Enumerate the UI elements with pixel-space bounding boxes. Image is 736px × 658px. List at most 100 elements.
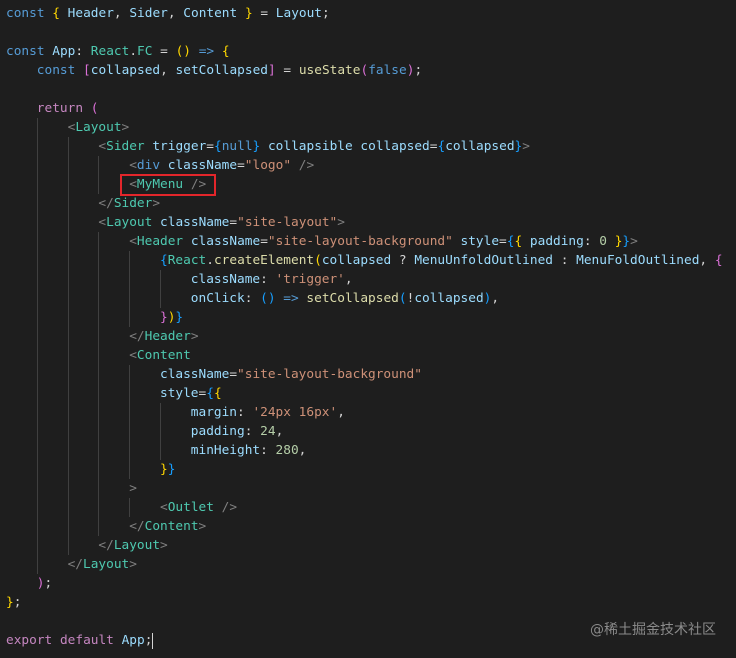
code-token: App — [113, 633, 145, 648]
code-token: const — [36, 63, 76, 78]
indent-guide — [36, 232, 68, 251]
code-token: = — [152, 44, 176, 59]
code-token: , — [344, 272, 353, 287]
indent-guide — [6, 232, 37, 251]
indent-guide — [98, 308, 129, 327]
code-token: } — [159, 462, 168, 477]
code-token: => — [198, 44, 215, 59]
code-line[interactable]: <Outlet /> — [6, 498, 723, 517]
code-token: className — [152, 215, 230, 230]
code-editor[interactable]: const { Header, Sider, Content } = Layou… — [6, 4, 723, 650]
code-line[interactable]: <div className="logo" /> — [6, 156, 723, 175]
indent-guide — [36, 175, 68, 194]
indent-guide — [67, 251, 99, 270]
code-line[interactable]: margin: '24px 16px', — [6, 403, 723, 422]
code-line[interactable]: > — [6, 479, 723, 498]
code-token: , — [113, 6, 130, 21]
code-line[interactable]: }} — [6, 460, 723, 479]
indent-guide — [6, 460, 37, 479]
code-token: : — [237, 405, 253, 420]
indent-guide — [36, 270, 68, 289]
code-line[interactable]: const { Header, Sider, Content } = Layou… — [6, 4, 723, 23]
code-line[interactable]: const [collapsed, setCollapsed] = useSta… — [6, 61, 723, 80]
indent-guide — [159, 422, 191, 441]
code-line[interactable]: <Layout className="site-layout"> — [6, 213, 723, 232]
code-line[interactable]: <Sider trigger={null} collapsible collap… — [6, 137, 723, 156]
code-line[interactable]: padding: 24, — [6, 422, 723, 441]
code-line[interactable]: </Header> — [6, 327, 723, 346]
code-token: , — [160, 63, 176, 78]
indent-guide — [36, 498, 68, 517]
code-token: ] — [267, 63, 276, 78]
indent-guide — [159, 289, 191, 308]
code-line[interactable]: const App: React.FC = () => { — [6, 42, 723, 61]
code-token: > — [129, 557, 137, 572]
indent-guide — [98, 251, 129, 270]
code-line[interactable]: style={{ — [6, 384, 723, 403]
code-token: </ — [129, 519, 145, 534]
indent-guide — [6, 137, 37, 156]
code-line[interactable] — [6, 80, 723, 99]
code-line[interactable]: className="site-layout-background" — [6, 365, 723, 384]
code-line[interactable]: </Layout> — [6, 536, 723, 555]
code-token: "site-layout-background" — [267, 234, 453, 249]
code-token: : — [75, 44, 91, 59]
code-token: = — [499, 234, 507, 249]
code-token: } — [6, 595, 14, 610]
code-token: collapsed — [90, 63, 161, 78]
indent-guide — [6, 213, 37, 232]
code-line[interactable]: return ( — [6, 99, 723, 118]
code-token: Content — [136, 348, 191, 363]
code-token: } — [167, 462, 176, 477]
code-line[interactable]: <Header className="site-layout-backgroun… — [6, 232, 723, 251]
indent-guide — [36, 327, 68, 346]
code-line[interactable]: ); — [6, 574, 723, 593]
code-line[interactable]: <MyMenu /> — [6, 175, 723, 194]
code-token: Sider — [106, 139, 145, 154]
code-token: { — [213, 386, 222, 401]
indent-guide — [6, 308, 37, 327]
indent-guide — [129, 289, 160, 308]
indent-guide — [6, 384, 37, 403]
indent-guide — [67, 156, 99, 175]
code-token: > — [160, 538, 168, 553]
code-token: ; — [144, 633, 153, 648]
code-line[interactable]: <Layout> — [6, 118, 723, 137]
indent-guide — [36, 346, 68, 365]
code-line[interactable]: minHeight: 280, — [6, 441, 723, 460]
code-token: ( — [398, 291, 407, 306]
code-line[interactable]: {React.createElement(collapsed ? MenuUnf… — [6, 251, 723, 270]
indent-guide — [6, 517, 37, 536]
code-line[interactable]: })} — [6, 308, 723, 327]
indent-guide — [67, 289, 99, 308]
indent-guide — [36, 213, 68, 232]
code-line[interactable]: <Content — [6, 346, 723, 365]
code-line[interactable]: </Sider> — [6, 194, 723, 213]
code-line[interactable]: </Layout> — [6, 555, 723, 574]
code-line[interactable]: }; — [6, 593, 723, 612]
indent-guide — [36, 137, 68, 156]
text-cursor — [152, 632, 154, 649]
code-token: ; — [13, 595, 22, 610]
code-token: minHeight — [190, 443, 261, 458]
indent-guide — [67, 460, 99, 479]
code-token: Outlet — [167, 500, 214, 515]
indent-guide — [129, 384, 160, 403]
code-token: const — [6, 6, 45, 21]
indent-guide — [98, 346, 129, 365]
indent-guide — [6, 99, 37, 118]
code-token: , — [337, 405, 345, 420]
code-token: className — [160, 158, 238, 173]
code-token: ( — [90, 101, 99, 116]
code-line[interactable]: className: 'trigger', — [6, 270, 723, 289]
code-token: > — [190, 329, 199, 344]
code-token: 280 — [275, 443, 299, 458]
indent-guide — [98, 422, 129, 441]
code-line[interactable]: </Content> — [6, 517, 723, 536]
code-line[interactable] — [6, 23, 723, 42]
indent-guide — [67, 194, 99, 213]
code-line[interactable]: onClick: () => setCollapsed(!collapsed), — [6, 289, 723, 308]
